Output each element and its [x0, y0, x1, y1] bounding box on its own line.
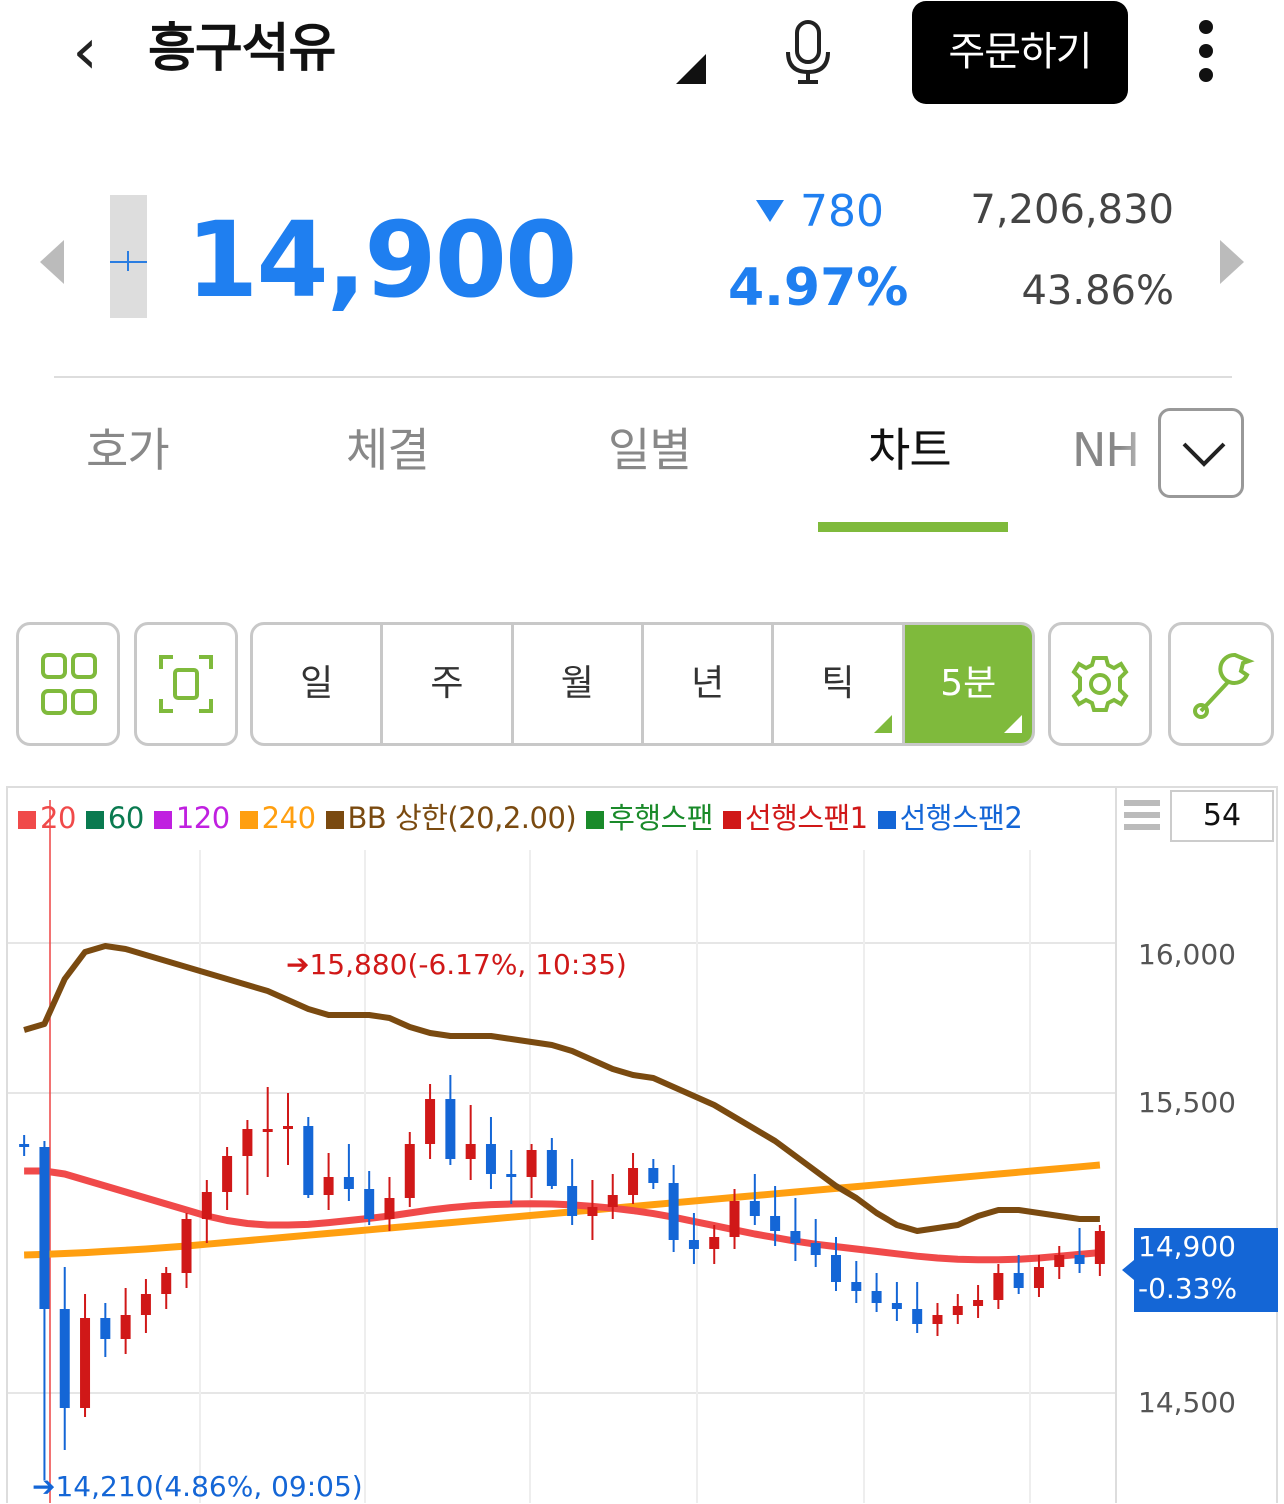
candle-body: [871, 1291, 882, 1303]
chart-legend: 20 60 120 240 BB 상한(20,2.00) 후행스팬 선행스팬1 선행스팬2: [18, 798, 1032, 838]
candle-body: [384, 1198, 395, 1219]
candle-body: [59, 1309, 70, 1408]
candle-body: [404, 1144, 415, 1198]
candle-body: [526, 1150, 537, 1177]
candle-body: [587, 1207, 598, 1216]
candle-body: [628, 1168, 639, 1195]
candle-body: [1054, 1255, 1065, 1267]
legend-swatch: [325, 811, 344, 829]
legend-item: 선행스팬1: [722, 801, 868, 835]
candlestick-chart[interactable]: [0, 0, 1284, 1503]
candle-body: [973, 1300, 984, 1306]
legend-label: 선행스팬2: [899, 801, 1023, 835]
candle-count-input[interactable]: 54: [1170, 790, 1274, 842]
candle-body: [364, 1189, 375, 1219]
legend-item: 후행스팬: [586, 801, 713, 835]
candle-body: [668, 1183, 679, 1240]
candle-body: [323, 1177, 334, 1195]
legend-item: 선행스팬2: [877, 801, 1023, 835]
candle-body: [729, 1201, 740, 1237]
candle-body: [648, 1168, 659, 1183]
candle-body: [100, 1318, 111, 1339]
price-tag-rate: -0.33%: [1138, 1272, 1238, 1305]
legend-label: 20: [40, 801, 76, 835]
legend-swatch: [85, 811, 104, 829]
legend-label: 60: [107, 801, 144, 835]
y-tick-label: 16,000: [1138, 938, 1236, 971]
candle-body: [201, 1192, 212, 1219]
candle-body: [891, 1303, 902, 1309]
candle-body: [445, 1099, 456, 1159]
price-tag-value: 14,900: [1138, 1230, 1236, 1263]
candle-body: [19, 1144, 30, 1147]
high-marker-label: ➔15,880(-6.17%, 10:35): [286, 948, 627, 981]
legend-swatch: [18, 811, 36, 829]
candle-body: [39, 1147, 50, 1309]
candle-body: [790, 1231, 801, 1243]
candle-body: [749, 1201, 760, 1216]
chart-menu-icon[interactable]: [1124, 800, 1160, 836]
candle-body: [770, 1216, 781, 1231]
candle-body: [485, 1144, 496, 1174]
low-marker-label: ➔14,210(4.86%, 09:05): [32, 1470, 363, 1503]
legend-swatch: [722, 811, 741, 829]
candle-body: [343, 1177, 354, 1189]
legend-item: 120: [153, 801, 230, 835]
candle-body: [1074, 1255, 1085, 1264]
legend-swatch: [586, 811, 605, 829]
candle-body: [303, 1126, 314, 1195]
legend-label: BB 상한(20,2.00): [347, 801, 577, 835]
candle-body: [465, 1144, 476, 1159]
candle-body: [810, 1243, 821, 1255]
legend-label: 120: [175, 801, 230, 835]
y-tick-label: 15,500: [1138, 1086, 1236, 1119]
candle-body: [506, 1174, 517, 1177]
legend-swatch: [153, 811, 172, 829]
candle-body: [80, 1318, 91, 1408]
y-tick-label: 14,500: [1138, 1386, 1236, 1419]
legend-item: 20: [18, 801, 76, 835]
candle-body: [1013, 1273, 1024, 1288]
candle-body: [851, 1282, 862, 1291]
candle-body: [993, 1273, 1004, 1300]
candle-body: [952, 1306, 963, 1315]
candle-body: [242, 1129, 253, 1156]
candle-body: [1094, 1231, 1105, 1264]
candle-body: [709, 1237, 720, 1249]
legend-item: BB 상한(20,2.00): [325, 801, 577, 835]
legend-label: 240: [261, 801, 316, 835]
candle-body: [831, 1255, 841, 1282]
legend-swatch: [239, 811, 258, 829]
candle-body: [262, 1129, 273, 1132]
legend-label: 선행스팬1: [744, 801, 868, 835]
candle-body: [283, 1126, 293, 1129]
candle-body: [222, 1156, 233, 1192]
candle-body: [1033, 1267, 1044, 1288]
bb-upper-line: [23, 943, 1100, 1234]
legend-label: 후행스팬: [608, 801, 713, 835]
candle-body: [425, 1099, 436, 1144]
candle-body: [607, 1195, 618, 1207]
legend-item: 60: [85, 801, 144, 835]
candle-body: [120, 1315, 131, 1339]
candle-body: [181, 1219, 192, 1273]
candle-body: [688, 1240, 699, 1249]
candle-body: [567, 1186, 578, 1216]
candle-body: [546, 1150, 557, 1186]
candle-body: [932, 1315, 943, 1324]
candle-body: [912, 1309, 923, 1324]
candle-body: [140, 1294, 151, 1315]
candle-body: [161, 1273, 172, 1294]
legend-swatch: [877, 811, 896, 829]
legend-item: 240: [239, 801, 316, 835]
